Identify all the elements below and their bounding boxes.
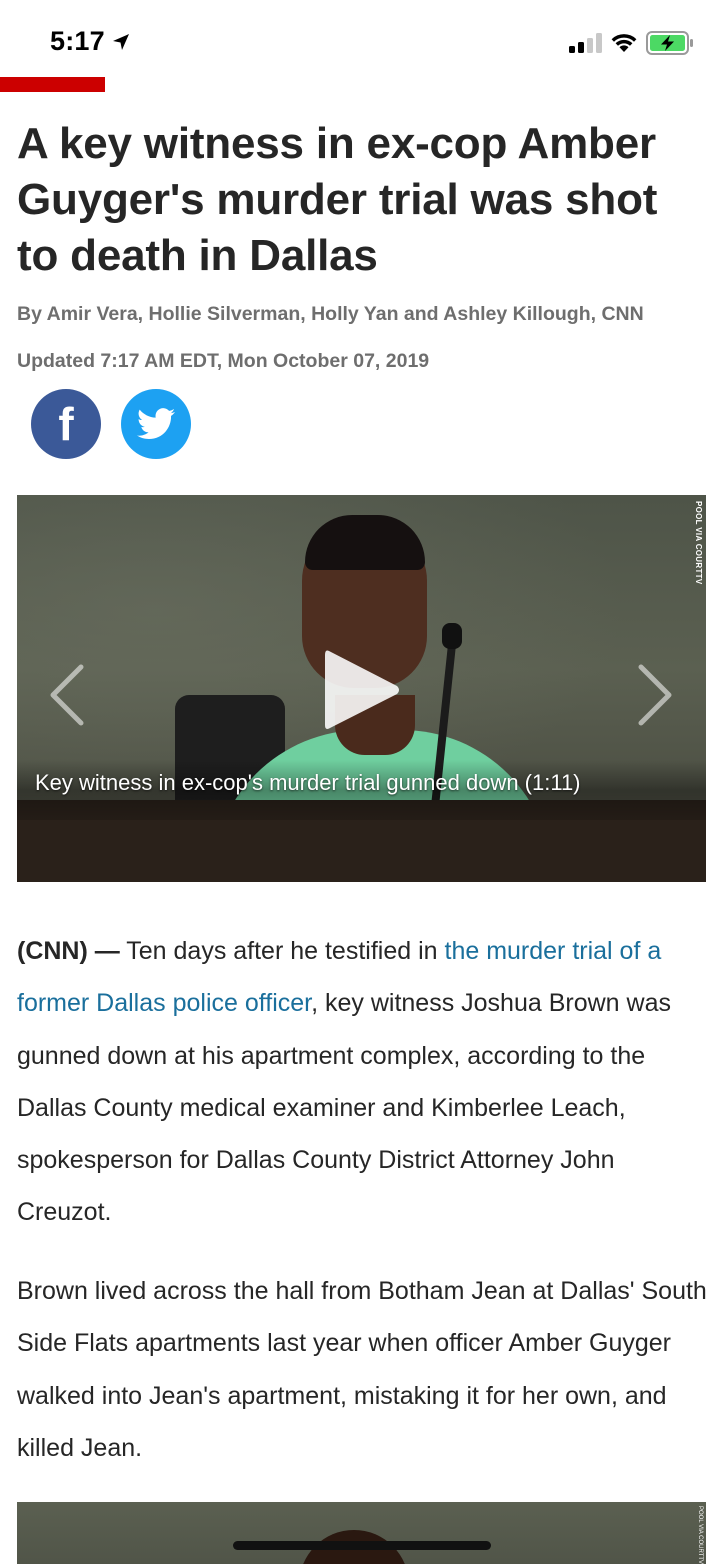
brand-accent-bar xyxy=(0,77,105,92)
battery-charging-icon xyxy=(646,31,693,55)
article-paragraph-1: (CNN) — Ten days after he testified in t… xyxy=(17,925,707,1239)
video2-credit: POOL VIA COURTTV xyxy=(697,1506,703,1564)
video-microphone xyxy=(442,623,462,649)
video-credit: POOL VIA COURTTV xyxy=(694,501,703,585)
location-arrow-icon xyxy=(113,34,129,50)
home-indicator[interactable] xyxy=(233,1541,491,1550)
wifi-icon xyxy=(611,34,637,52)
play-icon[interactable] xyxy=(321,645,401,735)
article-page: 5:17 A key witness in ex-cop Amber Guyge… xyxy=(0,0,723,1564)
article-headline: A key witness in ex-cop Amber Guyger's m… xyxy=(17,119,658,280)
video-caption: Key witness in ex-cop's murder trial gun… xyxy=(35,770,581,795)
article-paragraph-2: Brown lived across the hall from Botham … xyxy=(17,1277,707,1462)
article-timestamp: Updated 7:17 AM EDT, Mon October 07, 201… xyxy=(17,350,430,372)
next-chevron-icon[interactable] xyxy=(635,663,675,727)
previous-chevron-icon[interactable] xyxy=(47,663,87,727)
article-byline: By Amir Vera, Hollie Silverman, Holly Ya… xyxy=(17,303,644,325)
paragraph-text: , key witness Joshua Brown was gunned do… xyxy=(17,989,671,1227)
status-bar: 5:17 xyxy=(0,0,723,86)
paragraph-text: Ten days after he testified in xyxy=(119,937,445,965)
twitter-share-button[interactable] xyxy=(121,389,191,459)
status-time: 5:17 xyxy=(50,26,105,56)
article-dateline: (CNN) — xyxy=(17,937,120,965)
facebook-icon: f xyxy=(58,398,74,450)
second-video-thumbnail[interactable]: POOL VIA COURTTV xyxy=(17,1502,706,1564)
cellular-signal-icon xyxy=(569,33,602,53)
facebook-share-button[interactable]: f xyxy=(31,389,101,459)
svg-text:f: f xyxy=(58,398,74,450)
video-player[interactable]: POOL VIA COURTTV Key witness in ex-cop's… xyxy=(17,495,706,882)
twitter-icon xyxy=(137,408,175,440)
